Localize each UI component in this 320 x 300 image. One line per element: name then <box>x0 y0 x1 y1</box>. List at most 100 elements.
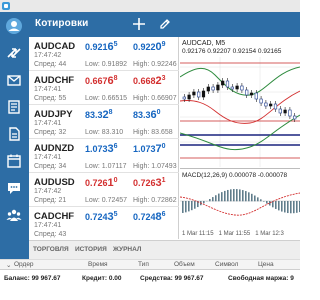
bid-price: 0.72610 <box>85 177 118 189</box>
candle-body <box>187 94 191 100</box>
macd-bar <box>239 189 241 202</box>
macd-bar <box>209 199 211 202</box>
sort-chevron-icon[interactable]: ⌄ <box>6 261 11 269</box>
quote-row-audcad[interactable]: AUDCAD 17:47:42 Спред: 44 0.92165 0.9220… <box>29 37 179 71</box>
macd-bar <box>182 201 184 213</box>
col-volume[interactable]: Объем <box>174 261 195 268</box>
quote-time: 17:47:41 <box>34 120 62 127</box>
candle-body <box>182 96 186 100</box>
candle-body <box>259 98 263 104</box>
quote-symbol: AUDUSD <box>34 177 75 188</box>
price-chart-canvas <box>180 37 300 167</box>
quote-row-audjpy[interactable]: AUDJPY 17:47:41 Спред: 32 83.328 83.360 … <box>29 105 179 139</box>
macd-bar <box>188 201 190 212</box>
ask-price: 83.360 <box>133 109 161 121</box>
quote-symbol: AUDJPY <box>34 109 73 120</box>
macd-bar <box>236 189 238 202</box>
macd-bar <box>287 201 289 214</box>
chat-icon[interactable] <box>4 178 24 198</box>
col-symbol[interactable]: Символ <box>215 261 238 268</box>
candle-body <box>211 86 215 91</box>
candle-body <box>235 85 239 90</box>
quote-meta: Спред: 55 <box>34 95 67 102</box>
macd-bar <box>194 201 196 209</box>
app-bar: Котировки <box>29 12 300 37</box>
ask-price: 0.72486 <box>133 211 166 223</box>
candle-body <box>278 108 282 114</box>
quote-meta: Спред: 44 <box>34 61 67 68</box>
col-order[interactable]: Ордер <box>14 261 34 268</box>
plus-icon[interactable] <box>131 16 147 32</box>
quote-row-audchf[interactable]: AUDCHF 17:47:41 Спред: 55 0.66768 0.6682… <box>29 71 179 105</box>
high-value: High: 0.72862 <box>133 197 177 204</box>
candle-body <box>221 80 225 86</box>
macd-bar <box>248 192 250 202</box>
macd-bar <box>212 197 214 202</box>
macd-bar <box>251 193 253 202</box>
balance: Баланс: 99 967.67 <box>4 275 61 282</box>
quote-time: 17:47:42 <box>34 188 62 195</box>
macd-bar <box>272 201 274 208</box>
ask-price: 0.92209 <box>133 41 166 53</box>
quote-symbol: AUDCHF <box>34 75 75 86</box>
quote-time: 17:47:41 <box>34 222 62 229</box>
ask-price: 0.66823 <box>133 75 166 87</box>
col-time[interactable]: Время <box>88 261 108 268</box>
tab-journal[interactable]: ЖУРНАЛ <box>113 246 141 253</box>
macd-bar <box>266 201 268 204</box>
news-icon[interactable] <box>4 97 24 117</box>
free-margin: Свободная маржа: 9 <box>228 275 294 282</box>
macd-canvas <box>180 189 300 216</box>
quote-meta: Спред: 21 <box>34 197 67 204</box>
pencil-icon[interactable] <box>157 16 173 32</box>
macd-label: MACD(12,26,9) 0.000078 -0.000078 <box>182 172 288 179</box>
macd-bar <box>293 201 295 214</box>
document-icon[interactable] <box>4 124 24 144</box>
chart-symbol-timeframe: AUDCAD, M5 <box>182 40 226 47</box>
macd-bar <box>275 201 277 209</box>
quote-row-audnzd[interactable]: AUDNZD 17:47:41 Спред: 34 1.07336 1.0737… <box>29 139 179 173</box>
low-value: Low: 83.310 <box>85 129 124 136</box>
high-value: High: 1.07493 <box>133 163 177 170</box>
mail-icon[interactable] <box>4 70 24 90</box>
time-axis: 1 Mar 11:15 1 Mar 11:55 1 Mar 12:3 <box>182 231 284 237</box>
candle-body <box>206 86 210 92</box>
macd-bar <box>227 189 229 202</box>
candle-body <box>192 91 196 96</box>
quote-row-audusd[interactable]: AUDUSD 17:47:42 Спред: 21 0.72610 0.7263… <box>29 173 179 207</box>
macd-bar <box>284 201 286 213</box>
app-logo-icon <box>2 2 10 10</box>
ask-price: 1.07370 <box>133 143 166 155</box>
low-value: Low: 0.66515 <box>85 95 128 102</box>
calendar-icon[interactable] <box>4 151 24 171</box>
quotes-list: AUDCAD 17:47:42 Спред: 44 0.92165 0.9220… <box>29 37 179 241</box>
candle-body <box>288 109 292 117</box>
price-chart[interactable]: AUDCAD, M5 0.92176 0.92207 0.92154 0.921… <box>180 37 300 167</box>
trade-icon[interactable] <box>4 43 24 63</box>
low-value: Low: 0.91892 <box>85 61 128 68</box>
macd-bar <box>263 201 265 202</box>
high-value: High: 0.66907 <box>133 95 177 102</box>
candle-body <box>293 115 297 120</box>
tab-trade[interactable]: ТОРГОВЛЯ <box>33 246 69 253</box>
quote-row-cadchf[interactable]: CADCHF 17:47:41 Спред: 43 0.72435 0.7248… <box>29 207 179 241</box>
macd-bar <box>191 201 193 211</box>
high-value: High: 0.92246 <box>133 61 177 68</box>
macd-bar <box>296 201 298 213</box>
credit: Кредит: 0.00 <box>82 275 122 282</box>
candle-body <box>230 86 234 90</box>
macd-bar <box>233 189 235 202</box>
macd-chart[interactable]: MACD(12,26,9) 0.000078 -0.000078 1 Mar 1… <box>180 168 300 239</box>
macd-bar <box>215 195 217 202</box>
col-type[interactable]: Тип <box>138 261 149 268</box>
avatar-icon[interactable] <box>4 16 24 36</box>
bid-price: 0.72435 <box>85 211 118 223</box>
col-price[interactable]: Цена <box>258 261 274 268</box>
tab-history[interactable]: ИСТОРИЯ <box>75 246 107 253</box>
account-summary: Баланс: 99 967.67 Кредит: 0.00 Средства:… <box>0 269 300 300</box>
candle-body <box>269 103 273 107</box>
quote-meta: Спред: 34 <box>34 163 67 170</box>
quote-time: 17:47:42 <box>34 52 62 59</box>
community-icon[interactable] <box>4 205 24 225</box>
low-value: Low: 1.07117 <box>85 163 127 170</box>
